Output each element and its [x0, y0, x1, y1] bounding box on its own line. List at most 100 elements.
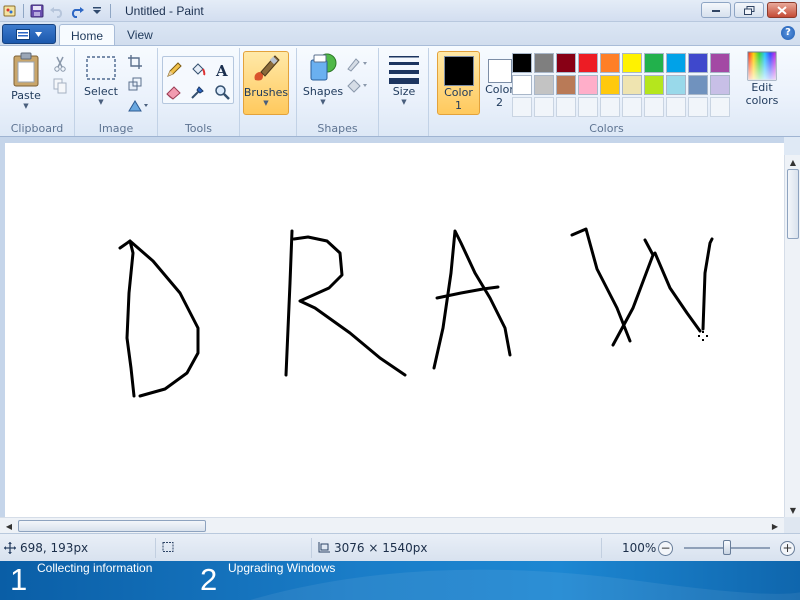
palette-swatch[interactable]	[578, 53, 598, 73]
tab-view[interactable]: View	[116, 24, 164, 46]
paint-menu-button[interactable]	[2, 24, 56, 44]
palette-swatch[interactable]	[688, 75, 708, 95]
tab-home[interactable]: Home	[59, 24, 116, 46]
scroll-down-icon[interactable]: ▼	[786, 503, 800, 517]
palette-swatch[interactable]	[710, 53, 730, 73]
vertical-scrollbar[interactable]: ▲ ▼	[784, 155, 800, 517]
palette-swatch[interactable]	[622, 75, 642, 95]
custom-color-slot[interactable]	[622, 97, 642, 117]
customize-qat-icon[interactable]	[87, 1, 107, 21]
close-button[interactable]	[767, 2, 797, 18]
select-button[interactable]: Select ▼	[81, 51, 121, 106]
palette-swatch[interactable]	[600, 75, 620, 95]
custom-color-slot[interactable]	[666, 97, 686, 117]
paste-button[interactable]: Paste ▼	[6, 51, 46, 110]
shapes-group: Shapes ▼ Shapes	[297, 48, 379, 136]
scrollbar-corner	[784, 517, 800, 533]
copy-icon[interactable]	[50, 76, 70, 96]
redo-icon[interactable]	[67, 1, 87, 21]
custom-color-slot[interactable]	[534, 97, 554, 117]
paint-app-icon[interactable]	[0, 1, 20, 21]
color2-label-line1: Color	[485, 83, 514, 96]
image-size: 3076 × 1540px	[317, 541, 427, 555]
palette-swatch[interactable]	[688, 53, 708, 73]
stroke-letter-w	[570, 227, 714, 347]
zoom-in-button[interactable]: +	[780, 541, 795, 556]
cut-icon[interactable]	[50, 54, 70, 74]
brush-icon	[254, 55, 280, 81]
palette-swatch[interactable]	[512, 75, 532, 95]
shapes-label: Shapes	[302, 85, 344, 98]
restore-button[interactable]	[734, 2, 764, 18]
chevron-down-icon: ▼	[401, 98, 407, 106]
palette-swatch[interactable]	[666, 53, 686, 73]
setup-progress-banner: 1 Collecting information 2 Upgrading Win…	[0, 561, 800, 600]
scroll-left-icon[interactable]: ◀	[2, 519, 16, 533]
setup-step-2-label: Upgrading Windows	[228, 561, 336, 575]
palette-swatch[interactable]	[556, 53, 576, 73]
palette-swatch[interactable]	[710, 75, 730, 95]
palette-swatch[interactable]	[512, 53, 532, 73]
palette-swatch[interactable]	[644, 75, 664, 95]
size-button[interactable]: Size ▼	[385, 51, 423, 106]
vertical-scroll-thumb[interactable]	[787, 169, 799, 239]
palette-swatch[interactable]	[600, 53, 620, 73]
zoom-out-button[interactable]: −	[658, 541, 673, 556]
color-picker-icon[interactable]	[188, 82, 208, 102]
fill-bucket-icon[interactable]	[188, 60, 208, 80]
palette-swatch[interactable]	[666, 75, 686, 95]
cursor-crosshair	[698, 331, 708, 341]
custom-color-slot[interactable]	[644, 97, 664, 117]
crop-icon[interactable]	[125, 52, 145, 72]
color1-swatch	[443, 56, 474, 86]
tools-group: A Tools	[158, 48, 240, 136]
clipboard-group: Paste ▼ Clipboard	[0, 48, 75, 136]
select-rectangle-icon	[86, 56, 116, 80]
custom-color-slot[interactable]	[556, 97, 576, 117]
colors-group: Color 1 Color 2 Edit colors Colors	[429, 48, 784, 136]
outline-icon[interactable]	[345, 54, 371, 74]
size-label: Size	[392, 85, 416, 98]
clipboard-group-label: Clipboard	[10, 122, 64, 135]
palette-swatch[interactable]	[578, 75, 598, 95]
palette-swatch[interactable]	[534, 53, 554, 73]
horizontal-scrollbar[interactable]: ◀ ▶	[0, 517, 784, 533]
help-icon[interactable]: ?	[781, 26, 795, 40]
qat-separator	[23, 4, 24, 18]
color1-button[interactable]: Color 1	[437, 51, 480, 115]
image-size-text: 3076 × 1540px	[334, 541, 428, 555]
status-bar: 698, 193px 3076 × 1540px 100% − +	[0, 533, 800, 561]
save-icon[interactable]	[27, 1, 47, 21]
custom-color-slot[interactable]	[688, 97, 708, 117]
custom-color-slot[interactable]	[710, 97, 730, 117]
undo-icon[interactable]	[47, 1, 67, 21]
magnifier-icon[interactable]	[212, 82, 232, 102]
selection-size	[161, 541, 175, 553]
minimize-button[interactable]	[701, 2, 731, 18]
palette-swatch[interactable]	[556, 75, 576, 95]
edit-colors-button[interactable]: Edit colors	[741, 51, 783, 107]
cursor-position: 698, 193px	[4, 541, 88, 555]
brushes-group: Brushes ▼	[240, 48, 297, 136]
palette-swatch[interactable]	[622, 53, 642, 73]
custom-color-slot[interactable]	[600, 97, 620, 117]
drawing-canvas[interactable]	[5, 143, 784, 517]
zoom-slider-thumb[interactable]	[723, 540, 731, 555]
ribbon: Paste ▼ Clipboard Select ▼ Image A Tools…	[0, 45, 800, 137]
fill-icon[interactable]	[345, 76, 371, 96]
pencil-icon[interactable]	[164, 60, 184, 80]
shapes-button[interactable]: Shapes ▼	[302, 51, 344, 106]
palette-swatch[interactable]	[644, 53, 664, 73]
text-tool-icon[interactable]: A	[212, 60, 232, 80]
resize-icon[interactable]	[125, 74, 145, 94]
scroll-right-icon[interactable]: ▶	[768, 519, 782, 533]
palette-swatch[interactable]	[534, 75, 554, 95]
rotate-icon[interactable]	[125, 96, 151, 116]
custom-color-slot[interactable]	[512, 97, 532, 117]
brushes-button[interactable]: Brushes ▼	[243, 51, 289, 115]
scroll-up-icon[interactable]: ▲	[786, 155, 800, 169]
eraser-icon[interactable]	[164, 82, 184, 102]
custom-color-slot[interactable]	[578, 97, 598, 117]
shapes-icon	[310, 53, 337, 81]
horizontal-scroll-thumb[interactable]	[18, 520, 206, 532]
